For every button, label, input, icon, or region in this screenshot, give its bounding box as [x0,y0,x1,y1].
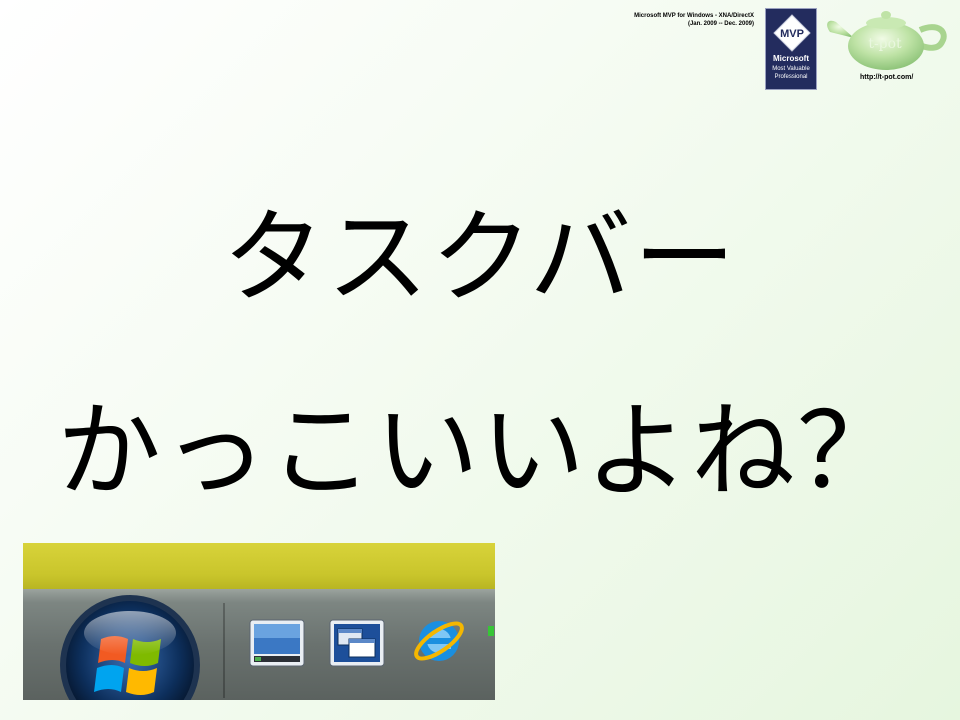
slide-title-line1: タスクバー [222,199,738,318]
windows-orb-icon[interactable] [55,593,205,700]
mvp-caption-line1: Microsoft MVP for Windows - XNA/DirectX [634,13,754,19]
internet-explorer-icon[interactable] [409,611,469,671]
mvp-caption: Microsoft MVP for Windows - XNA/DirectX … [524,12,754,28]
tray-edge [488,626,494,636]
site-url: http://t-pot.com/ [860,74,914,81]
switch-windows-icon[interactable] [329,619,385,667]
taskbar-screenshot [23,543,495,700]
mvp-logo: MVP Microsoft Most Valuable Professional [765,8,817,90]
mvp-badge-microsoft: Microsoft [773,54,809,63]
mvp-caption-line2: (Jan. 2009 -- Dec. 2009) [687,21,754,27]
mvp-diamond-icon: MVP [773,14,811,52]
teapot-label: t-pot [868,36,902,52]
mvp-badge-sub: Most Valuable Professional [766,65,816,81]
taskbar-separator [223,603,225,698]
desktop-strip [23,543,495,589]
mvp-badge-sub1: Most Valuable [772,66,810,72]
mvp-badge-sub2: Professional [774,74,808,80]
show-desktop-icon[interactable] [249,619,305,667]
slide-title-line2: かっこいいよね？ [57,390,903,512]
teapot-logo-icon: t-pot [827,11,947,70]
mvp-badge-label: MVP [780,28,804,40]
